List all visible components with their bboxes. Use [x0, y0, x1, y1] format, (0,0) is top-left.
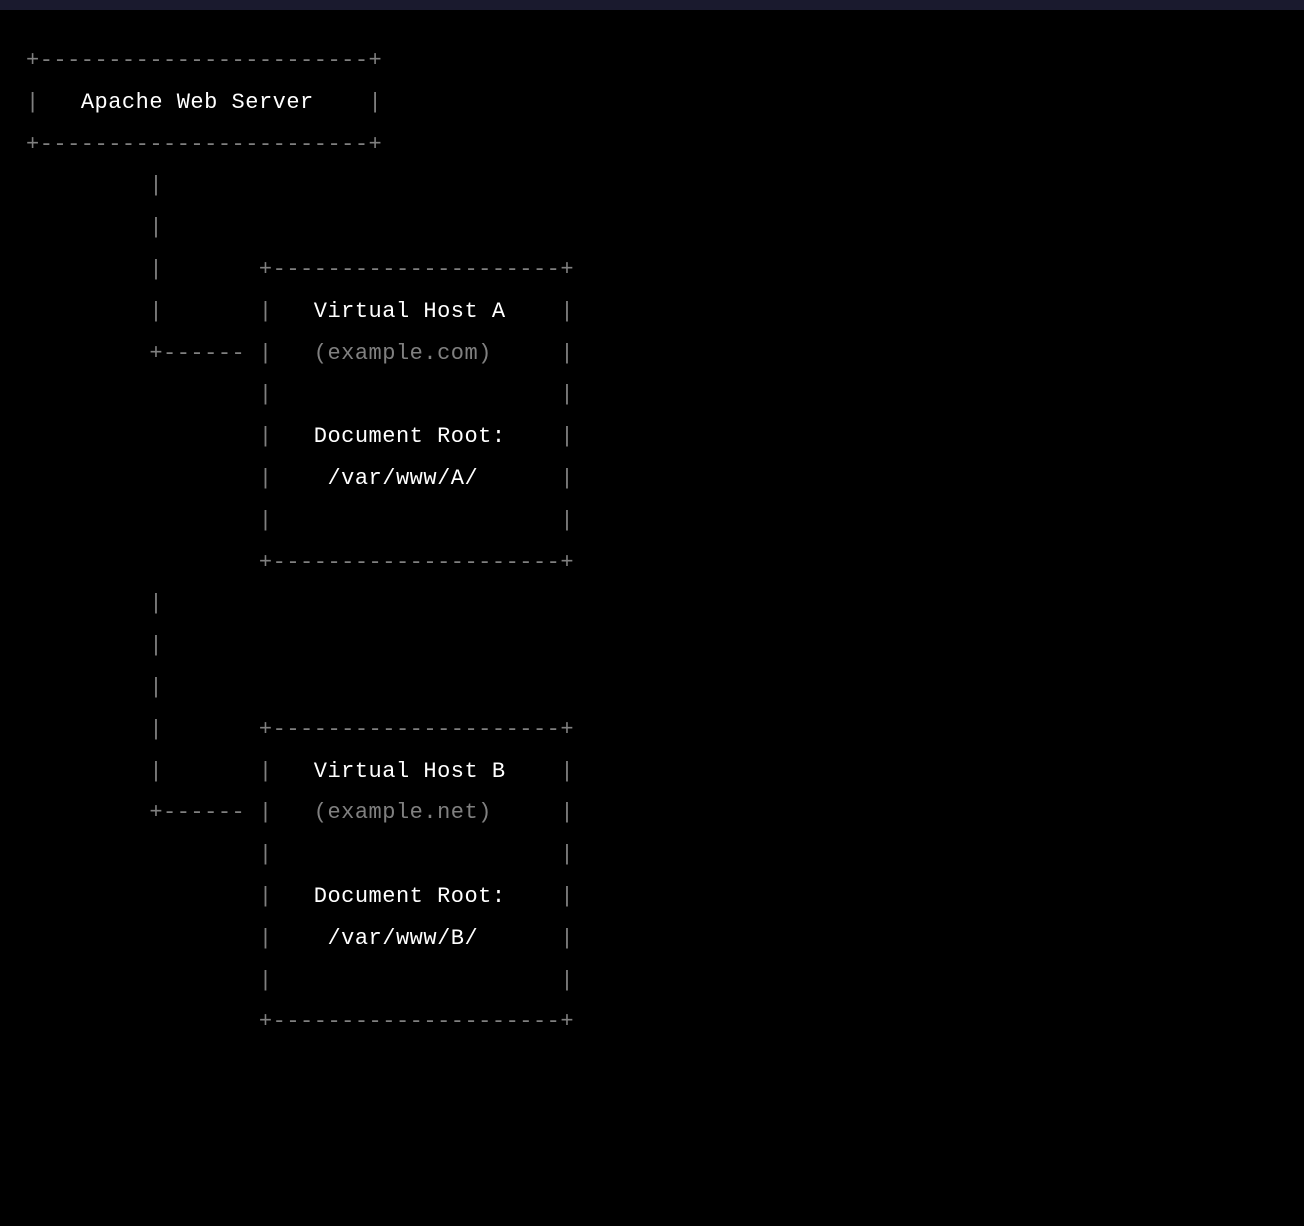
- vhost-b-domain: (example.net): [314, 800, 492, 825]
- vhost-b-name: Virtual Host B: [314, 759, 506, 784]
- window-top-bar: [0, 0, 1304, 10]
- vhost-a-name: Virtual Host A: [314, 299, 506, 324]
- vhost-b-docroot-path: /var/www/B/: [327, 926, 478, 951]
- diagram-container: +------------------------+ | Apache Web …: [6, 10, 1298, 1073]
- ascii-diagram: +------------------------+ | Apache Web …: [26, 40, 1278, 1043]
- vhost-a-docroot-label: Document Root:: [314, 424, 506, 449]
- vhost-a-domain: (example.com): [314, 341, 492, 366]
- vhost-a-docroot-path: /var/www/A/: [327, 466, 478, 491]
- vhost-b-docroot-label: Document Root:: [314, 884, 506, 909]
- root-node-label: Apache Web Server: [81, 90, 314, 115]
